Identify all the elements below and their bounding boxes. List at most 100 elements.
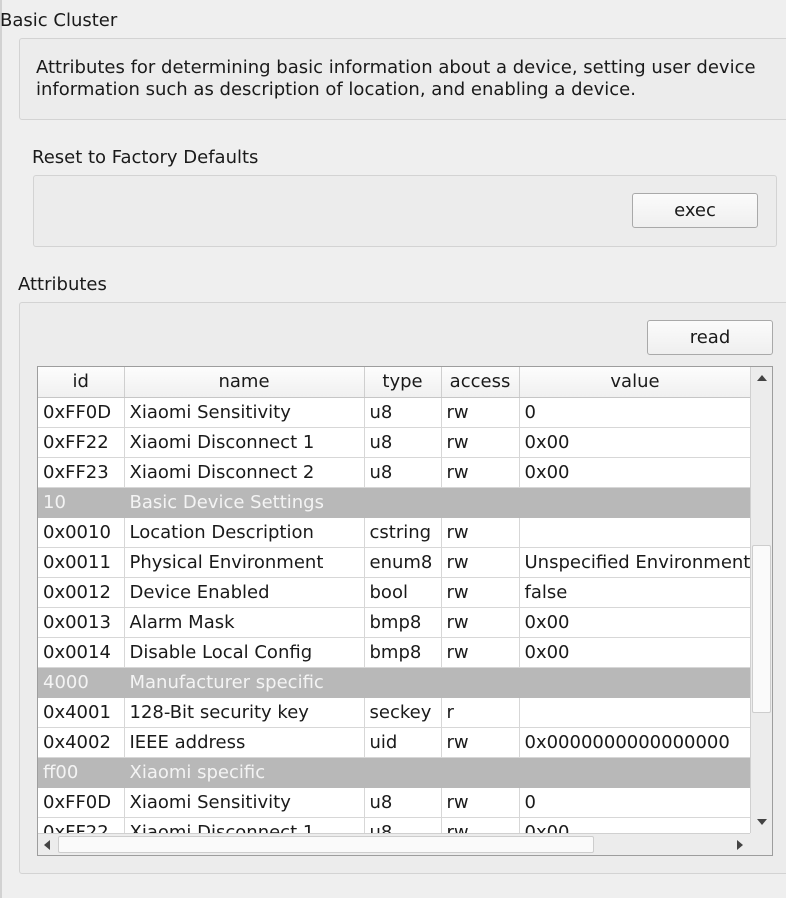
access-cell: rw xyxy=(441,457,520,488)
access-cell: rw xyxy=(441,607,520,638)
vertical-scroll-thumb[interactable] xyxy=(752,545,771,713)
id-cell: 0x0013 xyxy=(38,607,125,638)
name-cell: Xiaomi Sensitivity xyxy=(124,787,365,818)
type-cell: seckey xyxy=(364,697,442,728)
value-cell[interactable]: 0x00 xyxy=(519,607,752,638)
table-row[interactable]: 0x0013 Alarm Mask bmp8 rw 0x00 xyxy=(38,607,752,638)
value-cell[interactable]: 0x0000000000000000 xyxy=(519,727,752,758)
table-header: id name type access value xyxy=(38,367,752,398)
section-id-cell: 10 xyxy=(38,487,125,518)
id-cell: 0xFF22 xyxy=(38,427,125,458)
table-row[interactable]: 0x0012 Device Enabled bool rw false xyxy=(38,577,752,608)
section-name-cell: Manufacturer specific xyxy=(124,667,365,698)
scroll-left-arrow-icon[interactable] xyxy=(44,840,50,850)
name-cell: Xiaomi Disconnect 1 xyxy=(124,427,365,458)
access-cell: rw xyxy=(441,397,520,428)
table-row[interactable]: 0xFF0D Xiaomi Sensitivity u8 rw 0 xyxy=(38,397,752,428)
section-empty-cell xyxy=(364,757,442,788)
section-empty-cell xyxy=(441,667,520,698)
access-cell: rw xyxy=(441,517,520,548)
table-section-row[interactable]: ff00 Xiaomi specific xyxy=(38,757,752,788)
id-cell: 0xFF23 xyxy=(38,457,125,488)
type-cell: bmp8 xyxy=(364,607,442,638)
id-cell: 0x4002 xyxy=(38,727,125,758)
section-empty-cell xyxy=(441,757,520,788)
name-cell: Device Enabled xyxy=(124,577,365,608)
column-header-name[interactable]: name xyxy=(124,367,365,398)
access-cell: rw xyxy=(441,577,520,608)
section-empty-cell xyxy=(441,487,520,518)
value-cell[interactable] xyxy=(519,517,752,548)
section-empty-cell xyxy=(364,487,442,518)
name-cell: Alarm Mask xyxy=(124,607,365,638)
scroll-right-arrow-icon[interactable] xyxy=(737,840,743,850)
table-row[interactable]: 0x4002 IEEE address uid rw 0x000000000000000… xyxy=(38,727,752,758)
name-cell: Disable Local Config xyxy=(124,637,365,668)
section-empty-cell xyxy=(519,667,752,698)
value-cell[interactable]: 0 xyxy=(519,397,752,428)
scroll-corner xyxy=(750,833,772,855)
scroll-up-arrow-icon[interactable] xyxy=(757,375,767,381)
type-cell: u8 xyxy=(364,457,442,488)
basic-cluster-title: Basic Cluster xyxy=(0,10,118,31)
access-cell: r xyxy=(441,697,520,728)
name-cell: Xiaomi Sensitivity xyxy=(124,397,365,428)
type-cell: bmp8 xyxy=(364,637,442,668)
access-cell: rw xyxy=(441,427,520,458)
access-cell: rw xyxy=(441,547,520,578)
id-cell: 0x0010 xyxy=(38,517,125,548)
name-cell: Location Description xyxy=(124,517,365,548)
access-cell: rw xyxy=(441,727,520,758)
value-cell[interactable]: 0x00 xyxy=(519,457,752,488)
attributes-table[interactable]: id name type access value 0xFF0D Xiaomi S… xyxy=(37,366,773,856)
read-button[interactable]: read xyxy=(647,320,773,355)
access-cell: rw xyxy=(441,637,520,668)
section-empty-cell xyxy=(364,667,442,698)
section-id-cell: ff00 xyxy=(38,757,125,788)
table-row[interactable]: 0x0014 Disable Local Config bmp8 rw 0x00 xyxy=(38,637,752,668)
column-header-id[interactable]: id xyxy=(38,367,125,398)
name-cell: Physical Environment xyxy=(124,547,365,578)
vertical-scrollbar[interactable] xyxy=(750,367,772,835)
type-cell: cstring xyxy=(364,517,442,548)
column-header-value[interactable]: value xyxy=(519,367,752,398)
access-cell: rw xyxy=(441,787,520,818)
section-name-cell: Xiaomi specific xyxy=(124,757,365,788)
table-row[interactable]: 0x4001 128-Bit security key seckey r xyxy=(38,697,752,728)
basic-cluster-description: Attributes for determining basic informa… xyxy=(36,57,756,100)
table-row[interactable]: 0x0011 Physical Environment enum8 rw Unspeci… xyxy=(38,547,752,578)
column-header-type[interactable]: type xyxy=(364,367,442,398)
table-row[interactable]: 0xFF23 Xiaomi Disconnect 2 u8 rw 0x00 xyxy=(38,457,752,488)
section-empty-cell xyxy=(519,757,752,788)
id-cell: 0x4001 xyxy=(38,697,125,728)
name-cell: Xiaomi Disconnect 2 xyxy=(124,457,365,488)
type-cell: u8 xyxy=(364,397,442,428)
table-section-row[interactable]: 10 Basic Device Settings xyxy=(38,487,752,518)
type-cell: u8 xyxy=(364,427,442,458)
column-header-access[interactable]: access xyxy=(441,367,520,398)
value-cell[interactable]: 0x00 xyxy=(519,427,752,458)
attributes-title: Attributes xyxy=(18,274,107,295)
type-cell: u8 xyxy=(364,787,442,818)
table-row[interactable]: 0xFF0D Xiaomi Sensitivity u8 rw 0 xyxy=(38,787,752,818)
section-empty-cell xyxy=(519,487,752,518)
type-cell: bool xyxy=(364,577,442,608)
type-cell: enum8 xyxy=(364,547,442,578)
table-row[interactable]: 0x0010 Location Description cstring rw xyxy=(38,517,752,548)
name-cell: 128-Bit security key xyxy=(124,697,365,728)
id-cell: 0xFF0D xyxy=(38,787,125,818)
attributes-grid: id name type access value 0xFF0D Xiaomi S… xyxy=(38,367,752,848)
value-cell[interactable]: 0 xyxy=(519,787,752,818)
horizontal-scroll-thumb[interactable] xyxy=(58,836,594,853)
scroll-down-arrow-icon[interactable] xyxy=(757,819,767,825)
exec-button[interactable]: exec xyxy=(632,193,758,228)
id-cell: 0x0012 xyxy=(38,577,125,608)
value-cell[interactable]: 0x00 xyxy=(519,637,752,668)
name-cell: IEEE address xyxy=(124,727,365,758)
table-row[interactable]: 0xFF22 Xiaomi Disconnect 1 u8 rw 0x00 xyxy=(38,427,752,458)
value-cell[interactable] xyxy=(519,697,752,728)
table-section-row[interactable]: 4000 Manufacturer specific xyxy=(38,667,752,698)
value-cell[interactable]: Unspecified Environment xyxy=(519,547,752,578)
horizontal-scrollbar[interactable] xyxy=(38,833,751,855)
value-cell[interactable]: false xyxy=(519,577,752,608)
